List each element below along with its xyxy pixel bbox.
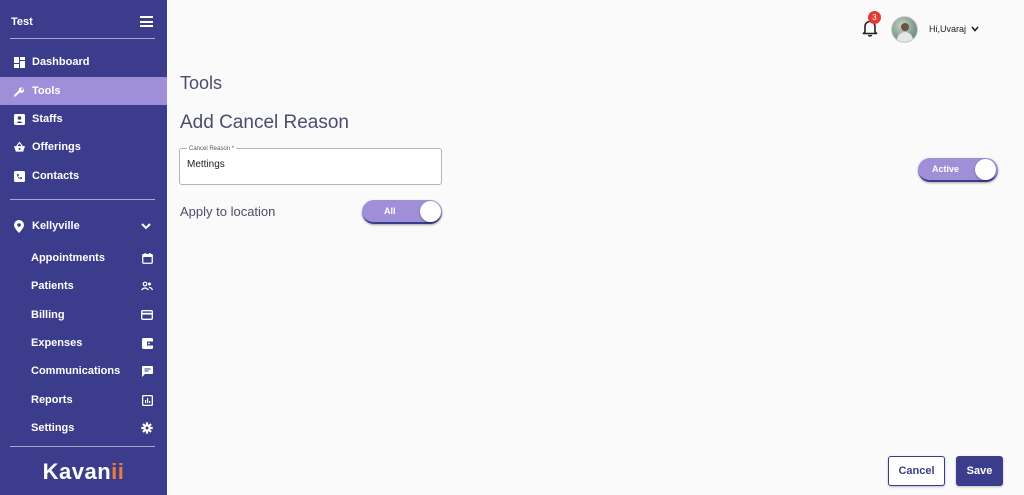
location-name: Kellyville xyxy=(32,220,80,232)
nav-label: Staffs xyxy=(32,113,63,125)
sidebar-item-label: Reports xyxy=(31,394,73,406)
cancel-reason-field[interactable]: Cancel Reason * xyxy=(179,146,442,185)
credit-card-icon xyxy=(141,309,153,321)
sidebar-item-label: Expenses xyxy=(31,337,83,349)
sidebar-item-settings[interactable]: Settings xyxy=(0,414,167,442)
nav-staffs[interactable]: Staffs xyxy=(0,105,167,133)
chat-icon xyxy=(141,365,153,377)
apply-to-location-label: Apply to location xyxy=(180,204,276,219)
chevron-down-icon xyxy=(141,221,151,233)
basket-icon xyxy=(14,142,25,153)
sidebar-item-label: Communications xyxy=(31,365,121,377)
avatar[interactable] xyxy=(891,16,918,43)
sidebar-item-appointments[interactable]: Appointments xyxy=(0,244,167,272)
toggle-label: Active xyxy=(932,164,960,174)
calendar-icon xyxy=(141,252,153,264)
menu-icon[interactable] xyxy=(140,16,153,27)
sidebar-header: Test xyxy=(0,0,167,40)
gear-icon xyxy=(141,422,153,434)
kavanii-logo: Kavanii xyxy=(42,459,125,484)
sidebar-item-reports[interactable]: Reports xyxy=(0,386,167,414)
sidebar-item-label: Billing xyxy=(31,309,65,321)
sidebar-item-expenses[interactable]: Expenses xyxy=(0,329,167,357)
cancel-button[interactable]: Cancel xyxy=(888,456,945,486)
nav-tools[interactable]: Tools xyxy=(0,77,167,105)
chart-icon xyxy=(141,394,153,406)
notification-badge: 3 xyxy=(868,11,881,24)
nav-label: Contacts xyxy=(32,170,80,182)
toggle-label: All xyxy=(384,206,396,216)
location-selector[interactable]: Kellyville xyxy=(0,212,167,240)
nav-offerings[interactable]: Offerings xyxy=(0,133,167,161)
sidebar-item-patients[interactable]: Patients xyxy=(0,272,167,300)
people-icon xyxy=(141,280,153,292)
nav-dashboard[interactable]: Dashboard xyxy=(0,48,167,76)
cancel-reason-input[interactable] xyxy=(187,159,427,170)
divider xyxy=(10,199,155,200)
location-pin-icon xyxy=(14,220,24,236)
divider xyxy=(10,446,155,447)
dashboard-icon xyxy=(14,57,25,68)
toggle-knob xyxy=(975,159,996,180)
user-greeting: Hi,Uvaraj xyxy=(929,24,967,34)
section-title: Add Cancel Reason xyxy=(180,112,349,133)
wrench-icon xyxy=(14,86,25,97)
toggle-knob xyxy=(420,201,441,222)
sidebar-item-label: Patients xyxy=(31,280,74,292)
wallet-icon xyxy=(141,337,153,349)
staff-badge-icon xyxy=(14,114,25,125)
sidebar-item-communications[interactable]: Communications xyxy=(0,357,167,385)
page-title: Tools xyxy=(180,73,223,93)
status-toggle[interactable]: Active xyxy=(918,158,998,182)
nav-label: Tools xyxy=(32,85,61,97)
sidebar-item-label: Settings xyxy=(31,422,75,434)
field-label: Cancel Reason * xyxy=(187,146,237,152)
sidebar: Test Dashboard Tools Staffs Offerings Co… xyxy=(0,0,167,495)
divider xyxy=(10,38,155,39)
sidebar-item-billing[interactable]: Billing xyxy=(0,301,167,329)
apply-location-toggle[interactable]: All xyxy=(362,200,442,224)
chevron-down-icon xyxy=(971,24,979,34)
nav-label: Offerings xyxy=(32,141,81,153)
phone-icon xyxy=(14,171,25,182)
sidebar-item-label: Appointments xyxy=(31,252,105,264)
app-title: Test xyxy=(11,16,33,28)
nav-contacts[interactable]: Contacts xyxy=(0,162,167,190)
save-button[interactable]: Save xyxy=(956,456,1003,486)
nav-label: Dashboard xyxy=(32,56,90,68)
user-menu[interactable]: Hi,Uvaraj xyxy=(929,24,979,34)
